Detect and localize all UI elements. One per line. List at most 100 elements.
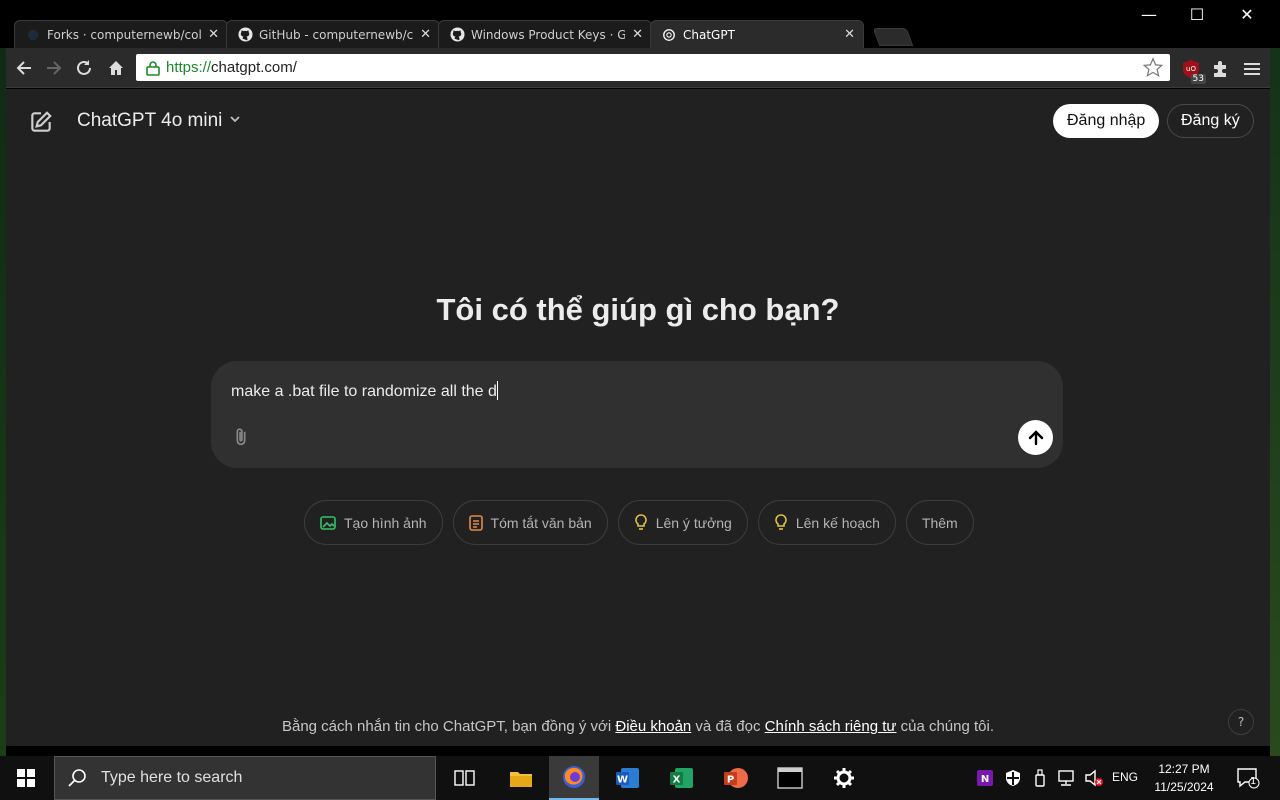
forward-arrow-icon[interactable] (42, 56, 66, 80)
tab-forks[interactable]: Forks · computernewb/colla ✕ (14, 20, 228, 48)
usb-device-icon[interactable] (1031, 756, 1049, 800)
file-explorer-icon[interactable] (496, 756, 546, 800)
chip-label: Tóm tắt văn bản (490, 514, 592, 531)
message-composer[interactable]: make a .bat file to randomize all the d (211, 361, 1063, 468)
terminal-icon[interactable] (765, 756, 815, 800)
ublock-icon[interactable]: uO 53 (1180, 58, 1206, 84)
url-host: chatgpt.com/ (211, 59, 297, 76)
url-scheme: https:// (166, 59, 212, 76)
chip-summarize-text[interactable]: Tóm tắt văn bản (452, 500, 608, 545)
arrow-up-icon (1028, 429, 1043, 445)
tab-title: Windows Product Keys · Gi (471, 27, 625, 42)
reload-icon[interactable] (72, 56, 96, 80)
tab-title: GitHub - computernewb/co (259, 27, 413, 42)
lightbulb-icon (634, 514, 647, 530)
back-arrow-icon[interactable] (12, 56, 36, 80)
footer-text: và đã đọc (691, 718, 765, 735)
new-tab-button[interactable] (872, 28, 914, 46)
bookmark-star-icon[interactable] (1142, 57, 1164, 82)
notification-count: 1 (1250, 776, 1257, 787)
tab-strip: Forks · computernewb/colla ✕ GitHub - co… (14, 20, 914, 48)
chip-brainstorm[interactable]: Lên ý tưởng (617, 500, 748, 545)
document-icon (468, 514, 483, 531)
svg-text:X: X (673, 775, 681, 786)
task-view-icon[interactable] (440, 756, 490, 800)
onenote-tray-icon[interactable]: N (975, 756, 995, 800)
volume-muted-icon[interactable] (1083, 756, 1105, 800)
tab-close-icon[interactable]: ✕ (632, 27, 643, 42)
lightbulb-icon (775, 514, 787, 530)
home-icon[interactable] (104, 56, 128, 80)
tab-close-icon[interactable]: ✕ (208, 27, 219, 42)
minimize-button[interactable]: — (1124, 0, 1174, 28)
browser-toolbar: https://chatgpt.com/ uO 53 (6, 48, 1270, 88)
tab-close-icon[interactable]: ✕ (844, 27, 855, 42)
maximize-button[interactable]: ☐ (1172, 0, 1222, 28)
network-icon[interactable] (1055, 756, 1077, 800)
chip-label: Lên ý tưởng (655, 514, 732, 531)
send-button[interactable] (1018, 420, 1053, 455)
svg-text:W: W (617, 775, 628, 786)
word-icon[interactable]: W (603, 756, 653, 800)
excel-icon[interactable]: X (657, 756, 707, 800)
signup-button[interactable]: Đăng ký (1167, 104, 1254, 138)
system-clock[interactable]: 12:27 PM 11/25/2024 (1150, 760, 1218, 796)
clock-date: 11/25/2024 (1154, 780, 1214, 794)
privacy-link[interactable]: Chính sách riêng tư (765, 718, 897, 735)
openai-icon (661, 27, 677, 43)
extensions-puzzle-icon[interactable] (1209, 58, 1231, 80)
ublock-count-badge: 53 (1190, 74, 1206, 84)
page-title: Tôi có thể giúp gì cho bạn? (436, 292, 840, 327)
notification-center-icon[interactable]: 1 (1228, 756, 1268, 800)
paperclip-icon[interactable] (230, 426, 252, 448)
login-button[interactable]: Đăng nhập (1053, 104, 1160, 138)
close-button[interactable]: ✕ (1222, 0, 1272, 28)
terms-footer: Bằng cách nhắn tin cho ChatGPT, bạn đồng… (6, 718, 1270, 735)
footer-text: Bằng cách nhắn tin cho ChatGPT, bạn đồng… (281, 718, 616, 735)
chip-make-plan[interactable]: Lên kế hoạch (757, 500, 896, 545)
clock-time: 12:27 PM (1158, 762, 1210, 776)
browser-window: — ☐ ✕ Forks · computernewb/colla ✕ GitHu… (0, 0, 1280, 756)
menu-hamburger-icon[interactable] (1241, 58, 1263, 80)
tab-chatgpt[interactable]: ChatGPT ✕ (650, 20, 864, 48)
svg-text:N: N (981, 774, 989, 785)
github-icon (449, 27, 465, 43)
input-language[interactable]: ENG (1112, 770, 1138, 784)
search-placeholder: Type here to search (101, 769, 243, 786)
chip-more[interactable]: Thêm (905, 500, 974, 545)
search-icon (67, 768, 87, 788)
tab-github[interactable]: GitHub - computernewb/co ✕ (226, 20, 440, 48)
powerpoint-icon[interactable]: P (711, 756, 761, 800)
tab-close-icon[interactable]: ✕ (420, 27, 431, 42)
tab-windows-product-keys[interactable]: Windows Product Keys · Gi ✕ (438, 20, 652, 48)
github-icon (237, 27, 253, 43)
settings-gear-icon[interactable] (819, 756, 869, 800)
text-caret (496, 381, 498, 400)
chevron-down-icon (228, 110, 242, 132)
model-selector[interactable]: ChatGPT 4o mini (77, 110, 242, 132)
chatgpt-page: ChatGPT 4o mini Đăng nhập Đăng ký Tôi có… (6, 89, 1270, 746)
message-text: make a .bat file to randomize all the d (231, 383, 497, 400)
defender-shield-icon[interactable] (1003, 756, 1023, 800)
image-icon (320, 515, 336, 530)
windows-taskbar: Type here to search W X P N ENG 12:27 PM… (0, 756, 1280, 800)
chip-create-image[interactable]: Tạo hình ảnh (304, 500, 443, 545)
address-bar[interactable]: https://chatgpt.com/ (136, 54, 1170, 81)
terms-link[interactable]: Điều khoản (615, 718, 691, 735)
chip-label: Thêm (921, 514, 958, 531)
new-chat-icon[interactable] (28, 109, 54, 135)
svg-text:uO: uO (1186, 65, 1196, 73)
forks-icon (25, 27, 41, 43)
svg-text:P: P (727, 775, 734, 786)
lock-icon (144, 59, 162, 77)
model-name: ChatGPT 4o mini (77, 110, 223, 131)
tab-title: Forks · computernewb/colla (47, 27, 201, 42)
chip-label: Tạo hình ảnh (344, 514, 427, 531)
firefox-icon[interactable] (549, 756, 599, 800)
suggestion-chips: Tạo hình ảnh Tóm tắt văn bản Lên ý tưởng… (304, 500, 974, 545)
windows-start-icon[interactable] (0, 756, 52, 800)
help-button[interactable]: ? (1228, 709, 1254, 735)
desktop-edge-right (1270, 0, 1280, 756)
message-input[interactable]: make a .bat file to randomize all the d (231, 381, 498, 401)
taskbar-search-box[interactable]: Type here to search (54, 756, 436, 800)
